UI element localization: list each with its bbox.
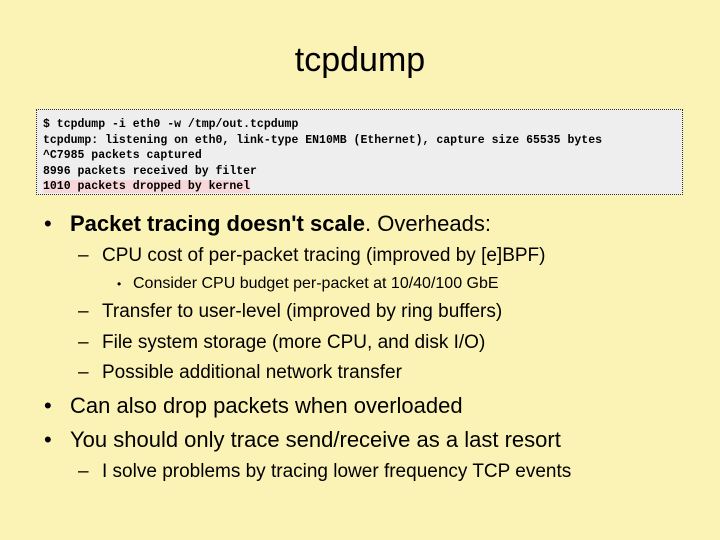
bullet-text: Can also drop packets when overloaded	[70, 393, 463, 418]
dash-marker: –	[78, 301, 89, 322]
bullet-marker: •	[44, 211, 52, 236]
sub-bullet-text: I solve problems by tracing lower freque…	[102, 461, 572, 482]
dash-marker: –	[78, 461, 89, 482]
sub-bullet-item: – Transfer to user-level (improved by ri…	[78, 300, 503, 323]
terminal-line: $ tcpdump -i eth0 -w /tmp/out.tcpdump	[43, 118, 299, 131]
terminal-line: ^C7985 packets captured	[43, 149, 202, 162]
sub-bullet-item: – I solve problems by tracing lower freq…	[78, 460, 572, 483]
slide-title: tcpdump	[294, 41, 426, 79]
highlighted-text: 1010 packets dropped by kernel	[43, 180, 251, 193]
bullet-text: . Overheads:	[365, 211, 491, 236]
sub-bullet-item: – CPU cost of per-packet tracing (improv…	[78, 244, 546, 267]
sub-bullet-text: File system storage (more CPU, and disk …	[102, 332, 486, 353]
sub-bullet-item: – Possible additional network transfer	[78, 361, 402, 384]
sub-bullet-item: – File system storage (more CPU, and dis…	[78, 331, 486, 354]
terminal-output-box: $ tcpdump -i eth0 -w /tmp/out.tcpdump tc…	[36, 109, 683, 195]
bullet-bold-text: Packet tracing doesn't scale	[70, 211, 366, 236]
sub-bullet-text: Possible additional network transfer	[102, 362, 402, 383]
sub-bullet-text: CPU cost of per-packet tracing (improved…	[102, 245, 546, 266]
sub-bullet-text: Transfer to user-level (improved by ring…	[102, 301, 503, 322]
dash-marker: –	[78, 245, 89, 266]
bullet-marker: •	[44, 427, 52, 452]
terminal-line-highlighted: 1010 packets dropped by kernel	[43, 179, 676, 195]
bullet-item: • Packet tracing doesn't scale. Overhead…	[44, 211, 491, 237]
bullet-marker: •	[44, 393, 52, 418]
bullet-marker: •	[117, 277, 122, 291]
dash-marker: –	[78, 332, 89, 353]
bullet-item: • Can also drop packets when overloaded	[44, 393, 463, 419]
terminal-line: tcpdump: listening on eth0, link-type EN…	[43, 133, 602, 147]
sub-sub-bullet-item: • Consider CPU budget per-packet at 10/4…	[117, 274, 499, 294]
terminal-line: 8996 packets received by filter	[43, 164, 257, 178]
bullet-item: • You should only trace send/receive as …	[44, 427, 561, 453]
dash-marker: –	[78, 362, 89, 383]
sub-sub-bullet-text: Consider CPU budget per-packet at 10/40/…	[133, 275, 499, 292]
bullet-text: You should only trace send/receive as a …	[70, 427, 561, 452]
